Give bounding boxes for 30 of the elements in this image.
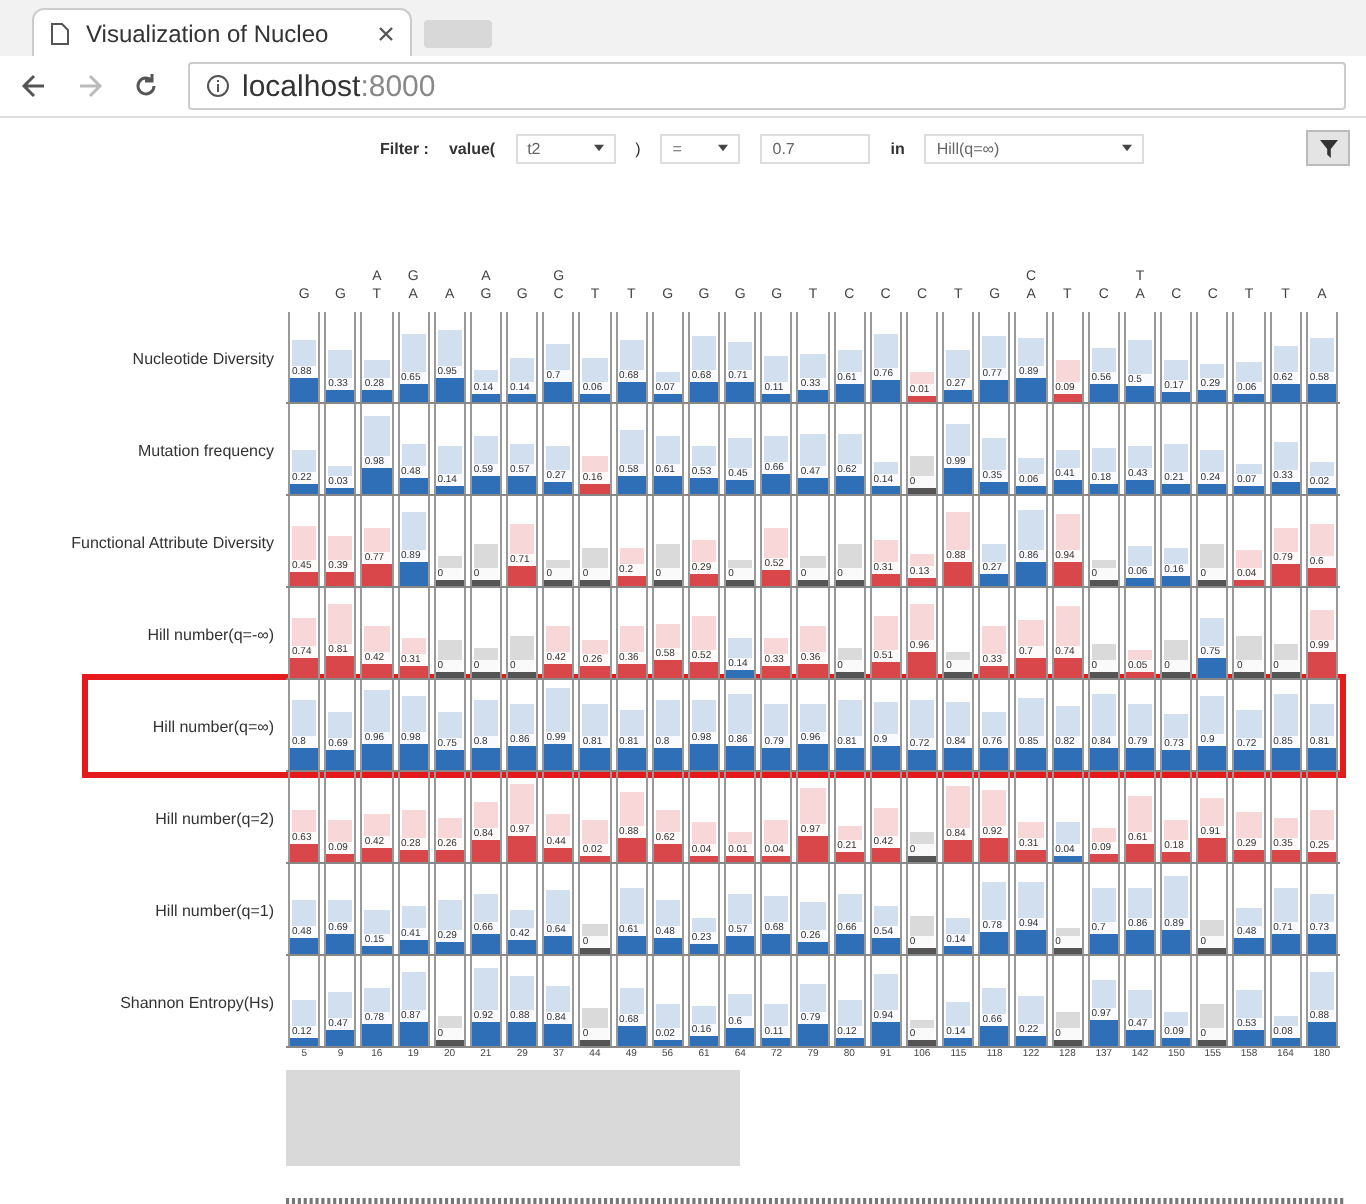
row-label: Hill number(q=-∞) bbox=[147, 625, 274, 643]
value-function-label: value( bbox=[448, 139, 496, 157]
back-icon[interactable] bbox=[20, 72, 48, 100]
close-icon[interactable] bbox=[378, 25, 394, 41]
browser-tab[interactable]: Visualization of Nucleo bbox=[32, 8, 412, 56]
field-select[interactable]: t2 bbox=[515, 133, 616, 163]
info-icon bbox=[206, 74, 230, 98]
row-label: Hill number(q=2) bbox=[155, 809, 274, 827]
url-text: localhost:8000 bbox=[242, 69, 436, 103]
threshold-field[interactable]: 0.7 bbox=[760, 133, 871, 163]
row-label: Hill number(q=1) bbox=[155, 901, 274, 919]
row-label: Hill number(q=∞) bbox=[152, 717, 274, 735]
caret-icon bbox=[718, 144, 729, 152]
row-label: Functional Attribute Diversity bbox=[71, 533, 274, 551]
address-bar[interactable]: localhost:8000 bbox=[188, 62, 1346, 110]
row-label: Mutation frequency bbox=[137, 441, 274, 459]
caret-icon bbox=[593, 144, 604, 152]
funnel-icon bbox=[1319, 139, 1337, 157]
metric-select[interactable]: Hill(q=∞) bbox=[924, 133, 1145, 163]
tab-title: Visualization of Nucleo bbox=[86, 19, 331, 47]
row-label: Nucleotide Diversity bbox=[132, 349, 274, 367]
caret-icon bbox=[1122, 144, 1133, 152]
row-label: Shannon Entropy(Hs) bbox=[120, 993, 274, 1011]
operator-select[interactable]: = bbox=[660, 133, 741, 163]
page-icon bbox=[50, 21, 70, 45]
filter-button[interactable] bbox=[1306, 130, 1350, 166]
close-paren-label: ) bbox=[635, 139, 641, 157]
filter-label: Filter : bbox=[380, 139, 429, 157]
in-label: in bbox=[890, 139, 905, 157]
reload-icon[interactable] bbox=[132, 72, 160, 100]
